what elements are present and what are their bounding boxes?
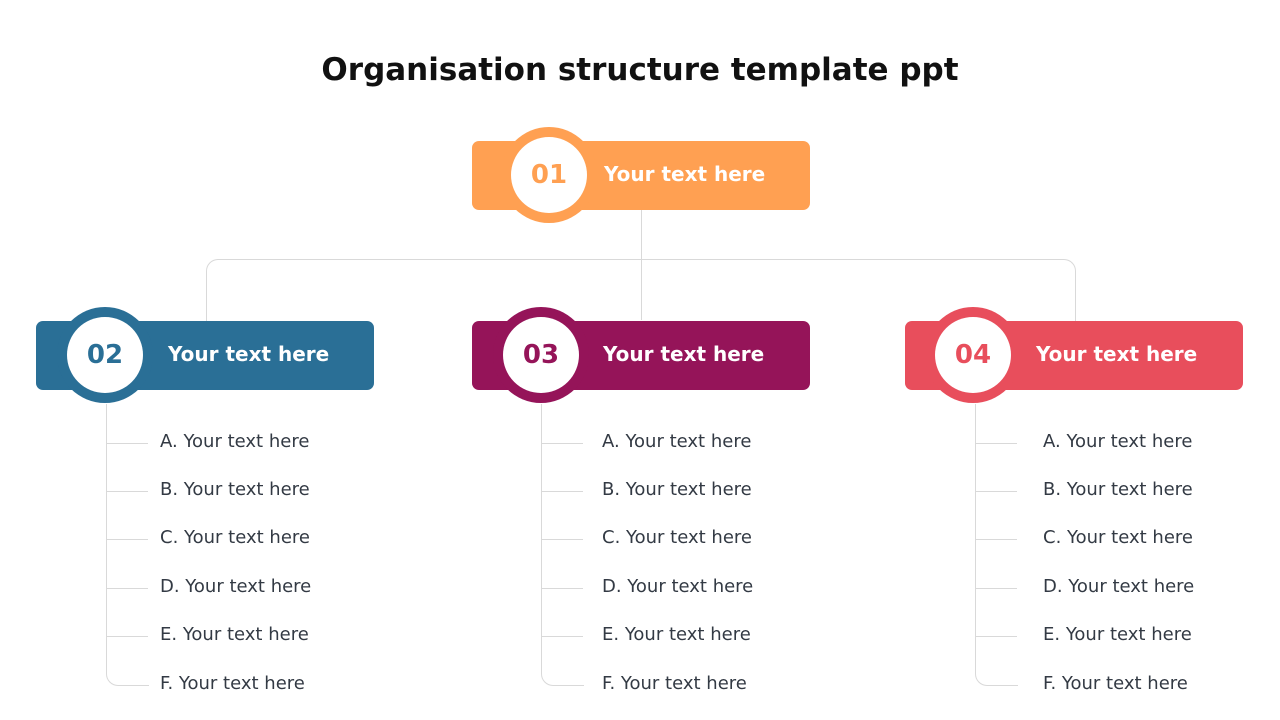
list-tick [541,443,583,444]
list-item: A. Your text here [160,431,310,452]
node-number: 02 [67,317,143,393]
connector-branch [206,259,1076,322]
list-item: D. Your text here [1043,576,1195,597]
number-circle: 02 [57,307,153,403]
list-tree-line [975,404,1018,686]
list-tick [975,636,1017,637]
slide-title: Organisation structure template ppt [321,52,959,88]
list-item: B. Your text here [602,479,752,500]
list-item: D. Your text here [160,576,312,597]
node-number: 03 [503,317,579,393]
node-label: Your text here [168,342,330,366]
list-tick [106,588,148,589]
node-03[interactable]: 03 Your text here [472,307,810,403]
list-tick [541,588,583,589]
list-tick [975,491,1017,492]
list-item: A. Your text here [602,431,752,452]
node-label: Your text here [1036,342,1198,366]
node-label: Your text here [603,342,765,366]
node-04[interactable]: 04 Your text here [905,307,1243,403]
number-circle: 01 [501,127,597,223]
list-item: E. Your text here [160,624,309,645]
list-item: C. Your text here [1043,527,1193,548]
node-label: Your text here [604,162,766,186]
list-item: B. Your text here [1043,479,1193,500]
number-circle: 03 [493,307,589,403]
node-number: 04 [935,317,1011,393]
list-item: E. Your text here [602,624,751,645]
node-number: 01 [511,137,587,213]
list-item: D. Your text here [602,576,754,597]
list-tick [541,636,583,637]
list-item: F. Your text here [160,673,305,694]
list-tick [975,539,1017,540]
node-01[interactable]: 01 Your text here [472,127,810,223]
list-item: C. Your text here [160,527,310,548]
list-tree-line [541,404,584,686]
list-tick [106,443,148,444]
list-tick [106,636,148,637]
list-item: E. Your text here [1043,624,1192,645]
list-item: F. Your text here [602,673,747,694]
list-item: B. Your text here [160,479,310,500]
node-02[interactable]: 02 Your text here [36,307,374,403]
list-item: C. Your text here [602,527,752,548]
list-item: A. Your text here [1043,431,1193,452]
number-circle: 04 [925,307,1021,403]
list-tick [975,588,1017,589]
list-tree-line [106,404,149,686]
list-tick [541,491,583,492]
list-item: F. Your text here [1043,673,1188,694]
list-tick [541,539,583,540]
list-tick [975,443,1017,444]
list-tick [106,539,148,540]
list-tick [106,491,148,492]
